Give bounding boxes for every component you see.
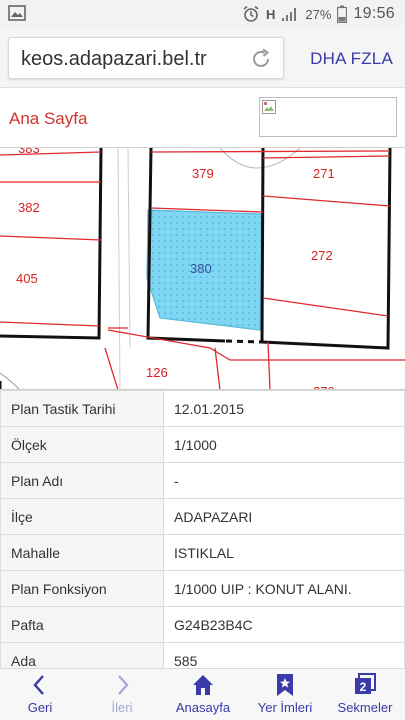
plan-info-table: Plan Tastik Tarihi 12.01.2015 Ölçek 1/10… — [0, 390, 405, 679]
table-row: İlçe ADAPAZARI — [0, 498, 405, 535]
row-value: 1/1000 UIP : KONUT ALANI. — [163, 570, 405, 607]
row-label: Mahalle — [0, 534, 164, 571]
bookmarks-label: Yer İmleri — [257, 700, 313, 715]
reload-icon[interactable] — [249, 47, 273, 71]
parcel-map[interactable]: 383 382 405 379 271 380 272 126 270 — [0, 148, 405, 390]
network-type: H — [266, 6, 276, 22]
forward-label: İleri — [111, 700, 133, 715]
bottom-navigation: Geri İleri Anasayfa Yer İmleri 2 Sekmele… — [0, 668, 405, 720]
battery-icon — [337, 5, 348, 23]
url-text: keos.adapazari.bel.tr — [21, 48, 207, 70]
parcel-label: 272 — [311, 248, 333, 263]
parcel-label: 382 — [18, 200, 40, 215]
parcel-label: 126 — [146, 365, 168, 380]
parcel-label: 383 — [18, 148, 40, 156]
parcel-label: 271 — [313, 166, 335, 181]
row-label: Plan Fonksiyon — [0, 570, 164, 607]
row-label: İlçe — [0, 498, 164, 535]
home-label: Anasayfa — [175, 700, 231, 715]
signal-icon — [282, 8, 297, 21]
row-value: 12.01.2015 — [163, 390, 405, 427]
parcel-label: 379 — [192, 166, 214, 181]
table-row: Plan Adı - — [0, 462, 405, 499]
chevron-right-icon — [118, 675, 129, 695]
gallery-notification-icon — [8, 5, 26, 21]
row-label: Pafta — [0, 606, 164, 643]
row-label: Ölçek — [0, 426, 164, 463]
tabs-icon: 2 — [355, 673, 376, 694]
logo-image-placeholder — [259, 97, 397, 137]
home-link[interactable]: Ana Sayfa — [9, 109, 87, 129]
table-row: Mahalle ISTIKLAL — [0, 534, 405, 571]
bookmarks-button[interactable]: Yer İmleri — [249, 669, 321, 720]
row-label: Plan Adı — [0, 462, 164, 499]
browser-toolbar: keos.adapazari.bel.tr DHA FZLA — [0, 28, 405, 88]
parcel-label: 405 — [16, 271, 38, 286]
back-button[interactable]: Geri — [10, 669, 70, 720]
home-icon — [193, 675, 213, 695]
table-row: Plan Fonksiyon 1/1000 UIP : KONUT ALANI. — [0, 570, 405, 607]
site-header: Ana Sayfa — [0, 88, 405, 148]
home-button[interactable]: Anasayfa — [168, 669, 238, 720]
table-row: Plan Tastik Tarihi 12.01.2015 — [0, 390, 405, 427]
row-label: Plan Tastik Tarihi — [0, 390, 164, 427]
alarm-icon — [243, 5, 259, 22]
row-value: 1/1000 — [163, 426, 405, 463]
tabs-label: Sekmeler — [337, 700, 393, 715]
broken-image-icon — [262, 100, 276, 114]
block-dashed-edge — [225, 339, 263, 344]
more-menu-button[interactable]: DHA FZLA — [310, 49, 393, 69]
table-row: Pafta G24B23B4C — [0, 606, 405, 643]
clock: 19:56 — [353, 5, 395, 22]
map-canvas[interactable]: 383 382 405 379 271 380 272 126 270 — [0, 148, 405, 390]
parcel-label: 380 — [190, 261, 212, 276]
forward-button[interactable]: İleri — [92, 669, 152, 720]
chevron-left-icon — [33, 675, 44, 695]
row-value: ADAPAZARI — [163, 498, 405, 535]
battery-percent: 27% — [305, 6, 332, 22]
status-bar: H 27% 19:56 — [0, 0, 405, 28]
tabs-count: 2 — [360, 680, 367, 694]
row-value: G24B23B4C — [163, 606, 405, 643]
row-value: - — [163, 462, 405, 499]
bookmark-star-icon — [277, 674, 293, 696]
back-label: Geri — [27, 700, 53, 715]
tabs-button[interactable]: 2 Sekmeler — [330, 669, 400, 720]
row-value: ISTIKLAL — [163, 534, 405, 571]
table-row: Ölçek 1/1000 — [0, 426, 405, 463]
url-field[interactable]: keos.adapazari.bel.tr — [8, 37, 284, 79]
